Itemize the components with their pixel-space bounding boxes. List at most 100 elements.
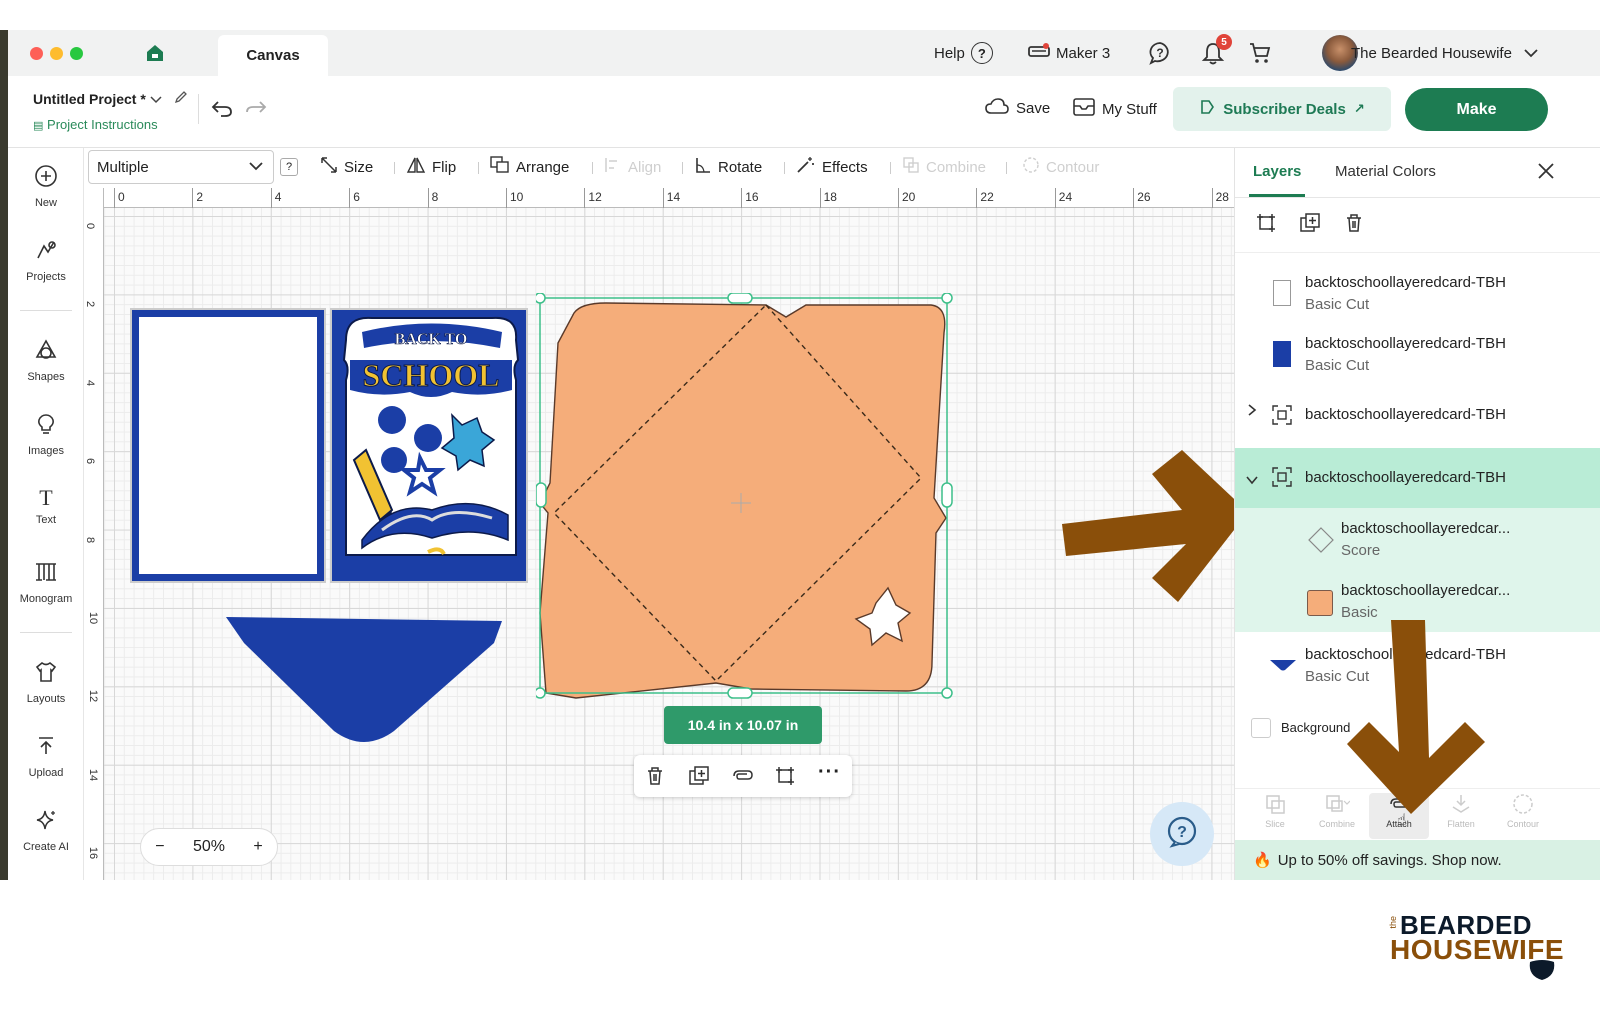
- chevron-down-icon[interactable]: [1245, 472, 1259, 490]
- toolbar-separator: [478, 162, 479, 174]
- make-button[interactable]: Make: [1405, 88, 1548, 131]
- layer-group-row[interactable]: backtoschoollayeredcard-TBH: [1235, 388, 1600, 444]
- machine-button[interactable]: Maker 3: [1028, 40, 1110, 66]
- card-back-to-school[interactable]: BACK TO SCHOOL: [330, 308, 528, 583]
- group-layers-icon[interactable]: [1255, 212, 1277, 239]
- rotate-button[interactable]: Rotate: [694, 156, 762, 178]
- layer-group-row-selected[interactable]: backtoschoollayeredcard-TBH: [1235, 448, 1600, 508]
- subscriber-deals-button[interactable]: Subscriber Deals ↗: [1173, 87, 1391, 131]
- duplicate-icon[interactable]: [688, 765, 710, 792]
- envelope-selection[interactable]: [536, 293, 966, 713]
- layer-name: backtoschoollayeredcard-TBH: [1305, 335, 1506, 352]
- size-label: Size: [344, 158, 374, 176]
- contour-button[interactable]: Contour: [1022, 156, 1099, 178]
- toolbar-separator: [682, 162, 683, 174]
- sidebar-item-monogram[interactable]: Monogram: [8, 560, 84, 605]
- cart-icon[interactable]: [1248, 41, 1272, 70]
- resize-handle[interactable]: [536, 293, 546, 304]
- sidebar-item-images[interactable]: Images: [8, 412, 84, 457]
- combine-button[interactable]: Combine: [902, 156, 986, 178]
- arrange-button[interactable]: Arrange: [490, 156, 569, 178]
- sidebar-item-layouts[interactable]: Layouts: [8, 660, 84, 705]
- context-toolbar: ···: [634, 755, 852, 797]
- chevron-down-icon: [249, 158, 263, 174]
- operation-help-button[interactable]: ?: [280, 158, 298, 176]
- promo-banner[interactable]: 🔥 Up to 50% off savings. Shop now.: [1235, 840, 1600, 880]
- undo-icon[interactable]: [211, 98, 233, 123]
- close-window-button[interactable]: [30, 47, 43, 60]
- delete-layer-icon[interactable]: [1343, 212, 1365, 239]
- effects-button[interactable]: Effects: [796, 156, 868, 178]
- project-instructions-link[interactable]: ▤ Project Instructions: [33, 117, 158, 132]
- active-tab-indicator: [1249, 194, 1305, 197]
- project-title-dropdown[interactable]: Untitled Project *: [33, 90, 188, 107]
- sidebar-item-create-ai[interactable]: Create AI: [8, 808, 84, 853]
- slice-button[interactable]: Slice: [1245, 793, 1305, 829]
- resize-handle[interactable]: [727, 293, 753, 304]
- shapes-icon: [34, 338, 58, 367]
- machine-label: Maker 3: [1056, 44, 1111, 62]
- home-icon[interactable]: [145, 43, 165, 68]
- layer-row[interactable]: backtoschoollayeredcard-TBH Basic Cut: [1235, 262, 1600, 322]
- contour-layer-button[interactable]: Contour: [1493, 793, 1553, 829]
- sidebar-label-upload: Upload: [28, 767, 64, 779]
- save-button[interactable]: Save: [985, 98, 1050, 118]
- edit-pencil-icon[interactable]: [174, 91, 188, 107]
- sidebar-item-upload[interactable]: Upload: [8, 734, 84, 779]
- chat-help-icon[interactable]: ?: [1148, 41, 1172, 70]
- ruler-tick-label: 16: [745, 190, 759, 204]
- minimize-window-button[interactable]: [50, 47, 63, 60]
- cricut-design-space-window: Canvas Help ? Maker 3 ? 5 The Bearded Ho…: [8, 30, 1600, 880]
- promo-text: Up to 50% off savings. Shop now.: [1277, 851, 1502, 869]
- sidebar-item-projects[interactable]: Projects: [8, 238, 84, 283]
- resize-handle[interactable]: [536, 482, 547, 508]
- zoom-in-button[interactable]: +: [253, 838, 262, 856]
- tab-material-colors[interactable]: Material Colors: [1335, 163, 1436, 180]
- more-options-icon[interactable]: ···: [818, 761, 841, 784]
- resize-handle[interactable]: [727, 687, 753, 699]
- layer-row[interactable]: backtoschoollayeredcard-TBH Basic Cut: [1235, 323, 1600, 383]
- layer-child-row[interactable]: backtoschoollayeredcar... Score: [1235, 508, 1600, 570]
- group-icon[interactable]: [774, 765, 796, 792]
- contour-label: Contour: [1046, 158, 1100, 176]
- sidebar-item-new[interactable]: New: [8, 164, 84, 209]
- sidebar-item-shapes[interactable]: Shapes: [8, 338, 84, 383]
- background-checkbox[interactable]: [1251, 718, 1271, 738]
- ruler-tick-label: 6: [353, 190, 360, 204]
- duplicate-layer-icon[interactable]: [1299, 212, 1321, 239]
- resize-handle[interactable]: [941, 482, 953, 508]
- design-canvas[interactable]: 0 2 4 6 8 10 12 14 16 18 20 22 24 26 28 0 2 4 6 8 10 12 14 16: [84, 188, 1234, 880]
- chevron-right-icon[interactable]: [1247, 403, 1257, 422]
- resize-handle[interactable]: [941, 687, 953, 699]
- magic-wand-icon: [796, 156, 816, 178]
- maximize-window-button[interactable]: [70, 47, 83, 60]
- svg-text:?: ?: [1177, 824, 1187, 841]
- flip-button[interactable]: Flip: [406, 156, 456, 178]
- ruler-tick-label: 0: [84, 222, 97, 230]
- help-button[interactable]: Help ?: [934, 40, 993, 66]
- ruler-tick: [662, 188, 664, 208]
- tab-layers[interactable]: Layers: [1253, 163, 1301, 180]
- operation-select[interactable]: Multiple: [88, 150, 274, 184]
- ruler-tick-label: 22: [980, 190, 994, 204]
- redo-icon[interactable]: [245, 98, 267, 123]
- ruler-tick-label: 12: [87, 690, 100, 703]
- close-panel-icon[interactable]: [1537, 162, 1555, 185]
- envelope-liner-shape[interactable]: [224, 613, 504, 748]
- align-button[interactable]: Align: [604, 156, 661, 178]
- sidebar-item-text[interactable]: T Text: [8, 486, 84, 527]
- trash-icon[interactable]: [644, 765, 666, 792]
- layer-name: backtoschoollayeredcard-TBH: [1305, 469, 1506, 486]
- help-chat-button[interactable]: ?: [1150, 802, 1214, 866]
- resize-handle[interactable]: [536, 687, 546, 699]
- card-front-blank[interactable]: [130, 308, 326, 583]
- user-menu[interactable]: The Bearded Housewife: [1351, 40, 1538, 66]
- arrange-icon: [490, 156, 510, 178]
- zoom-out-button[interactable]: −: [155, 838, 164, 856]
- my-stuff-button[interactable]: My Stuff: [1073, 98, 1157, 120]
- ruler-tick-label: 6: [84, 458, 97, 465]
- attach-clip-icon[interactable]: [730, 765, 754, 792]
- resize-handle[interactable]: [941, 293, 953, 304]
- tab-canvas[interactable]: Canvas: [218, 35, 328, 76]
- size-button[interactable]: Size: [320, 156, 373, 178]
